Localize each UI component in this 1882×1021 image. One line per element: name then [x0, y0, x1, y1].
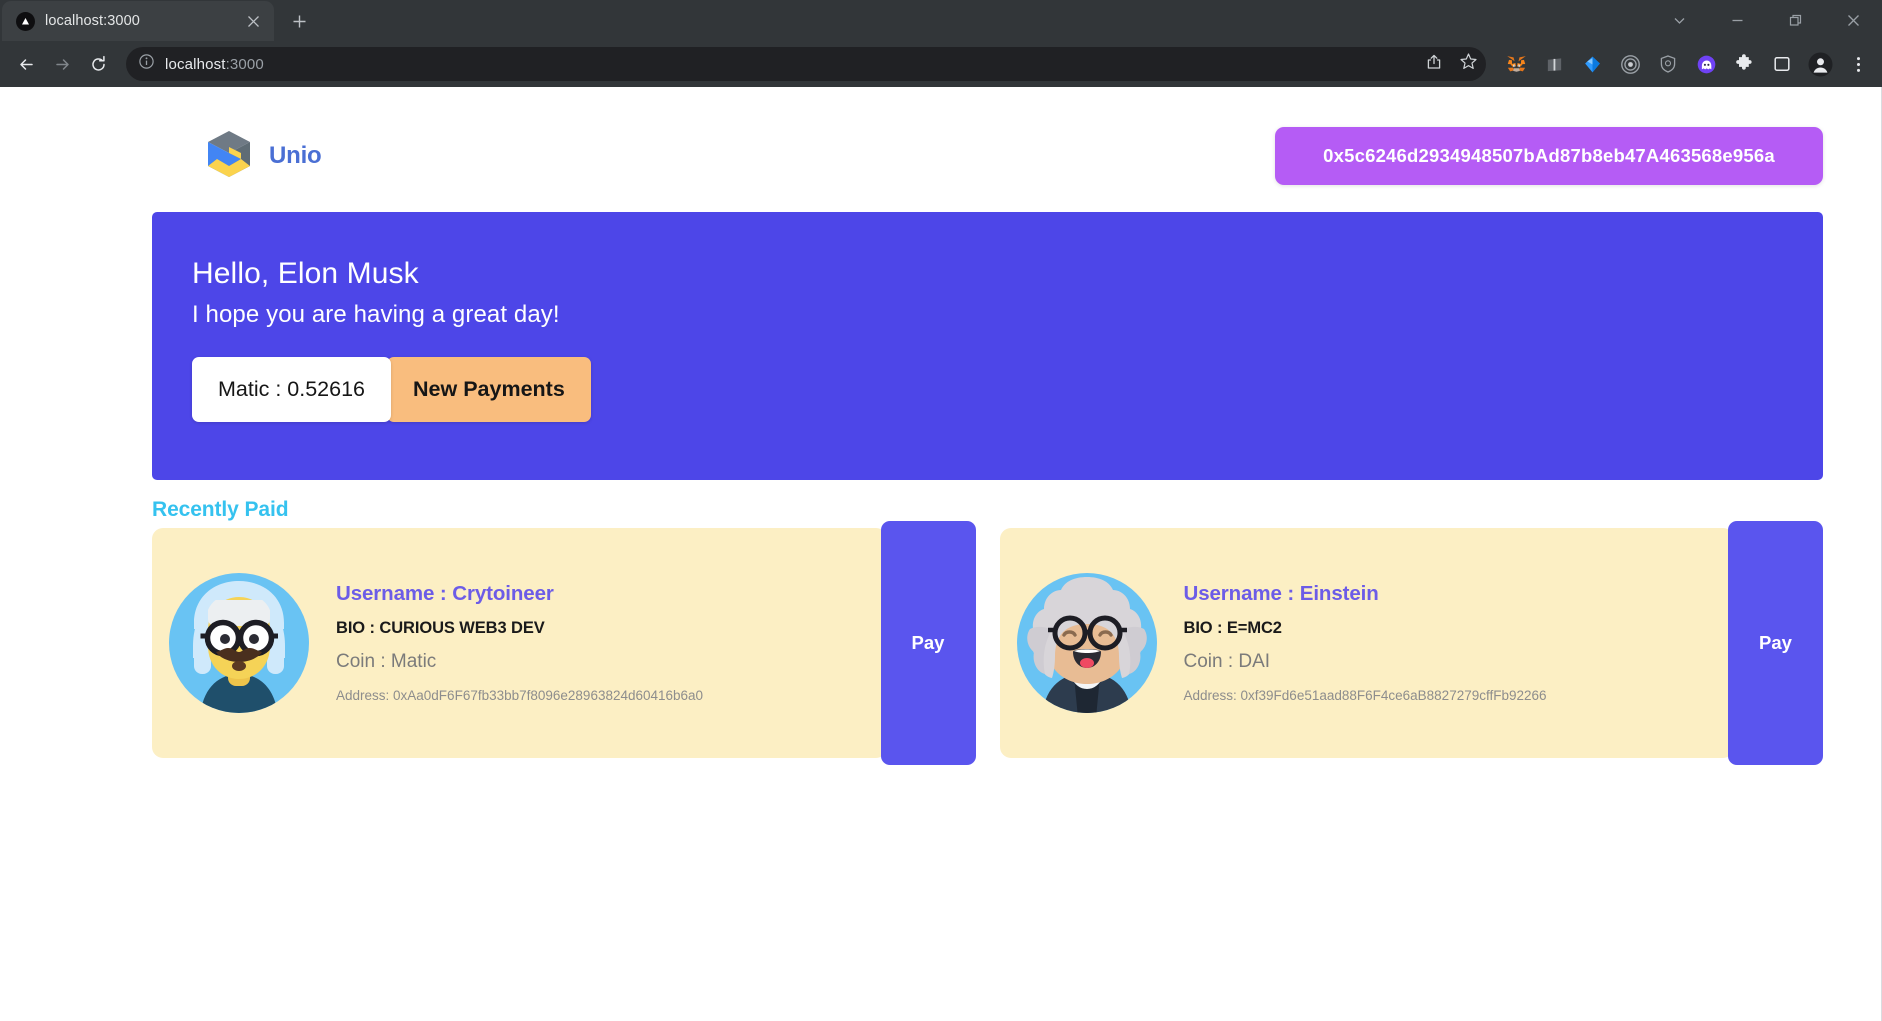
url-host: localhost	[165, 55, 226, 73]
profile-avatar-button[interactable]	[1805, 49, 1835, 79]
tab-title: localhost:3000	[45, 13, 140, 29]
woman-white-hair-glasses-avatar	[1012, 568, 1162, 718]
puzzle-extensions-button[interactable]	[1729, 49, 1759, 79]
payee-username: Username : Crytoineer	[336, 581, 554, 605]
new-payments-button[interactable]: New Payments	[387, 357, 591, 422]
info-circle-icon[interactable]	[138, 53, 155, 75]
ghost-extension-icon[interactable]	[1691, 49, 1721, 79]
address-bar-url: localhost:3000	[165, 56, 264, 73]
target-extension-icon[interactable]	[1615, 49, 1645, 79]
payee-coin: Coin : DAI	[1183, 650, 1271, 672]
pay-button[interactable]: Pay	[1728, 521, 1823, 765]
chrome-menu-button[interactable]	[1843, 49, 1873, 79]
address-bar[interactable]: localhost:3000	[126, 47, 1486, 81]
back-arrow-icon[interactable]	[9, 47, 43, 81]
shield-extension-icon[interactable]	[1653, 49, 1683, 79]
browser-toolbar: localhost:3000	[0, 41, 1882, 87]
unio-cube-logo	[196, 121, 262, 192]
blue-diamond-extension-icon[interactable]	[1577, 49, 1607, 79]
browser-tab[interactable]: localhost:3000	[2, 1, 274, 41]
payee-address: Address: 0xAa0dF6F67fb33bb7f8096e2896382…	[336, 687, 704, 703]
payee-bio: BIO : E=MC2	[1183, 618, 1282, 637]
payee-bio: BIO : CURIOUS WEB3 DEV	[336, 618, 545, 637]
hero-actions: Matic : 0.52616 New Payments	[192, 357, 1823, 422]
payee-address: Address: 0xf39Fd6e51aad88F6F4ce6aB882727…	[1183, 687, 1547, 703]
close-window-button[interactable]	[1824, 0, 1882, 41]
window-controls	[1650, 0, 1882, 41]
hero-banner: Hello, Elon Musk I hope you are having a…	[152, 212, 1823, 480]
recently-paid-list: Username : Crytoineer BIO : CURIOUS WEB3…	[152, 521, 1823, 765]
tab-strip: localhost:3000	[0, 0, 1882, 41]
site-header: Unio 0x5c6246d2934948507bAd87b8eb47A4635…	[0, 87, 1881, 195]
share-icon[interactable]	[1425, 53, 1443, 76]
page-viewport: Unio 0x5c6246d2934948507bAd87b8eb47A4635…	[0, 87, 1882, 1021]
list-item: Username : Crytoineer BIO : CURIOUS WEB3…	[152, 521, 976, 765]
maximize-button[interactable]	[1766, 0, 1824, 41]
tab-search-button[interactable]	[1650, 0, 1708, 41]
list-item: Username : Einstein BIO : E=MC2 Coin : D…	[999, 521, 1823, 765]
notebook-extension-icon[interactable]	[1539, 49, 1569, 79]
close-tab-icon[interactable]	[242, 10, 264, 32]
payee-info: Username : Crytoineer BIO : CURIOUS WEB3…	[336, 582, 887, 705]
brand[interactable]: Unio	[196, 121, 322, 192]
forward-arrow-icon[interactable]	[45, 47, 79, 81]
brand-name: Unio	[269, 142, 322, 169]
wallet-address-button[interactable]: 0x5c6246d2934948507bAd87b8eb47A463568e95…	[1275, 127, 1823, 185]
triangle-favicon	[16, 11, 35, 31]
payee-card-body: Username : Crytoineer BIO : CURIOUS WEB3…	[152, 528, 887, 758]
extension-tray	[1497, 49, 1873, 79]
greeting-subtitle: I hope you are having a great day!	[192, 301, 560, 328]
star-icon[interactable]	[1459, 52, 1478, 76]
url-port: :3000	[225, 55, 264, 73]
metamask-extension-icon[interactable]	[1501, 49, 1531, 79]
payee-info: Username : Einstein BIO : E=MC2 Coin : D…	[1184, 582, 1735, 705]
browser-window: localhost:3000 localhost:3000 Unio 0x5c6…	[0, 0, 1882, 1021]
unio-app: Unio 0x5c6246d2934948507bAd87b8eb47A4635…	[0, 87, 1881, 1021]
new-tab-button[interactable]	[282, 4, 316, 38]
recently-paid-title: Recently Paid	[152, 498, 289, 521]
matic-balance-button[interactable]: Matic : 0.52616	[192, 357, 392, 422]
man-with-mustache-glasses-avatar	[164, 568, 314, 718]
payee-username: Username : Einstein	[1183, 581, 1379, 605]
greeting-text: Hello, Elon Musk	[192, 257, 419, 290]
pay-button[interactable]: Pay	[880, 521, 976, 765]
payee-card-body: Username : Einstein BIO : E=MC2 Coin : D…	[999, 528, 1735, 758]
side-panel-button[interactable]	[1767, 49, 1797, 79]
payee-coin: Coin : Matic	[336, 650, 437, 672]
minimize-button[interactable]	[1708, 0, 1766, 41]
reload-icon[interactable]	[81, 47, 115, 81]
